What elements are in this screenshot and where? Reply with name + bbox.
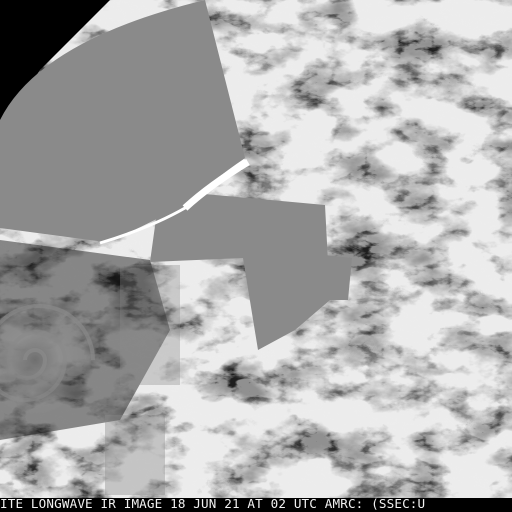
image-caption: ITE LONGWAVE IR IMAGE 18 JUN 21 AT 02 UT… bbox=[0, 498, 426, 511]
satellite-ir-composite bbox=[0, 0, 512, 498]
satellite-image-viewer: ITE LONGWAVE IR IMAGE 18 JUN 21 AT 02 UT… bbox=[0, 0, 512, 512]
caption-bar: ITE LONGWAVE IR IMAGE 18 JUN 21 AT 02 UT… bbox=[0, 498, 512, 512]
